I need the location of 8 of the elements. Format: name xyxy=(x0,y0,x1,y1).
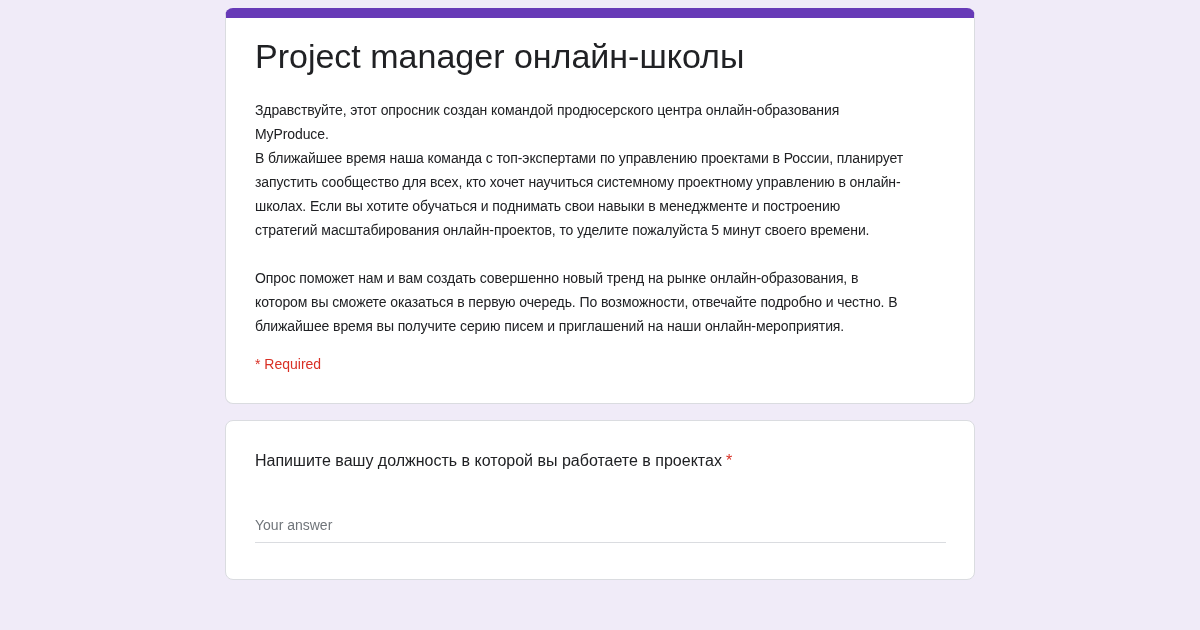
required-note: * Required xyxy=(255,355,323,374)
description-text: Опрос поможет нам и вам создать совершенно новый тренд на рынке онлайн-образования, в котором вы сможете оказаться в первую очередь. По возможности, отвечайте подробно и честно. В ближайшее время вы получите серию писем и приглашений на наши онлайн-мероприятия. xyxy=(255,269,899,336)
form-title: Project manager онлайн-школы xyxy=(255,36,746,77)
required-asterisk: * xyxy=(725,451,733,471)
description-text: В ближайшее время наша команда с топ-экспертами по управлению проектами в России, планирует запустить сообщество для всех, кто хочет научиться системному проектному управлению в онлайн-школах. Если вы хотите обучаться и поднимать свои навыки в менеджменте и построению стратегий масштабирования онлайн-проектов, то уделите пожалуйста 5 минут своего времени. xyxy=(255,149,905,240)
question-text: Напишите вашу должность в которой вы работаете в проектах xyxy=(255,451,722,471)
description-text: Здравствуйте, этот опросник создан командой продюсерского центра онлайн-образования MyProduce. xyxy=(255,101,841,144)
answer-field[interactable]: Your answer xyxy=(255,511,946,543)
